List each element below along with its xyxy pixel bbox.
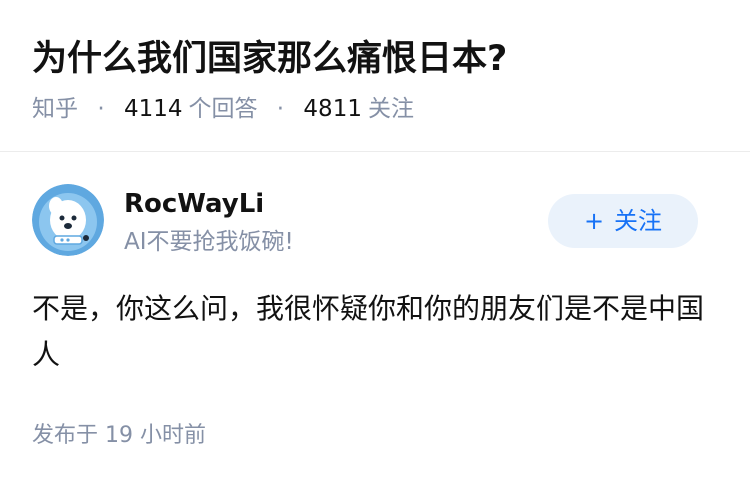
source-label[interactable]: 知乎 (32, 96, 78, 122)
answer-publish-time: 发布于 19 小时前 (32, 420, 206, 452)
author-bio: AI不要抢我饭碗! (124, 229, 294, 255)
follower-count: 4811 (303, 96, 362, 122)
follow-button[interactable]: + 关注 (548, 194, 698, 248)
section-divider (0, 151, 750, 152)
avatar[interactable] (32, 184, 104, 256)
author-name[interactable]: RocWayLi (124, 186, 264, 222)
answer-count: 4114 (123, 96, 183, 122)
question-header: 为什么我们国家那么痛恨日本? 知乎 · 4114 个回答 · 4811 关注 (0, 0, 750, 150)
follower-count-label[interactable]: 关注 (368, 96, 414, 122)
meta-separator: · (276, 96, 285, 122)
follow-button-label: 关注 (614, 207, 663, 235)
question-title[interactable]: 为什么我们国家那么痛恨日本? (32, 36, 507, 82)
publish-time-value: 19 小时前 (105, 423, 207, 448)
publish-time-label: 发布于 (32, 423, 99, 448)
dog-mascot-icon (32, 184, 104, 256)
answer-count-label[interactable]: 个回答 (188, 96, 257, 122)
plus-icon: + (583, 207, 605, 235)
answer-body[interactable]: 不是，你这么问，我很怀疑你和你的朋友们是不是中国人 (32, 286, 712, 378)
answer-author: RocWayLi AI不要抢我饭碗! + 关注 (32, 184, 718, 260)
question-meta: 知乎 · 4114 个回答 · 4811 关注 (32, 92, 414, 126)
meta-separator: · (97, 96, 105, 122)
